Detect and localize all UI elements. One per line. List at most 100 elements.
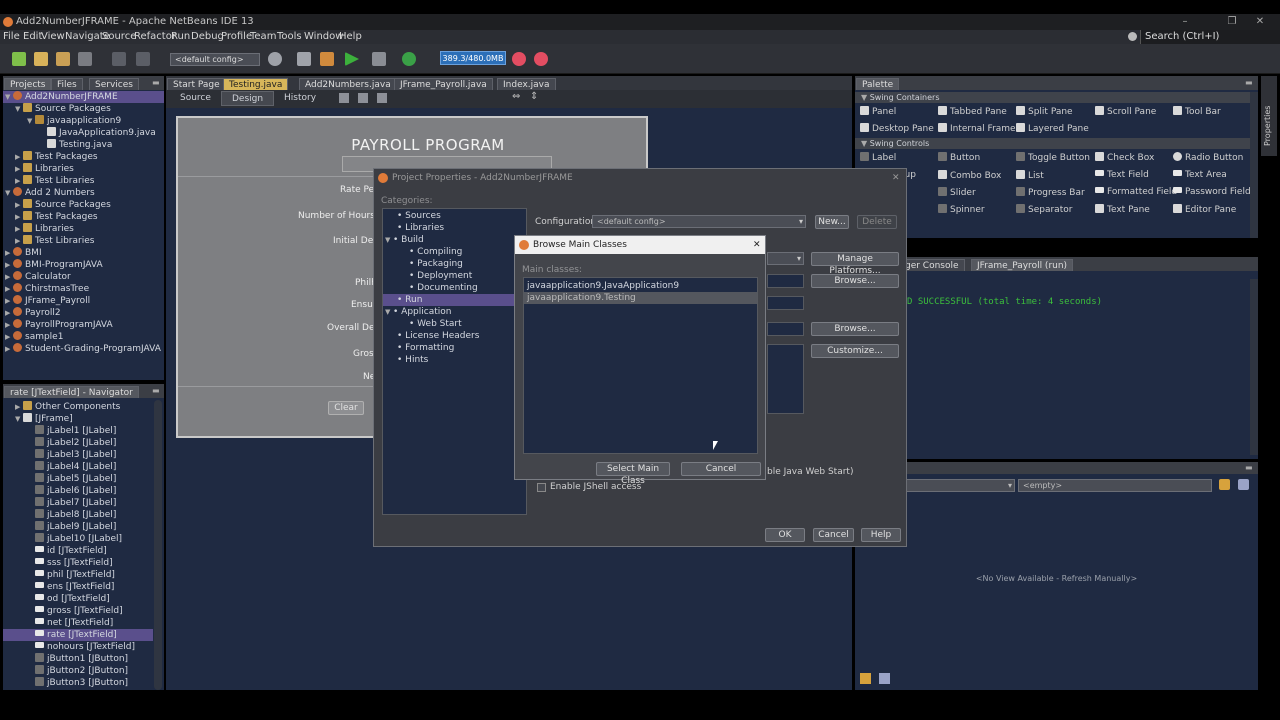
run-icon[interactable]: [345, 52, 359, 66]
source-mode-button[interactable]: Source: [180, 93, 211, 103]
main-class-field[interactable]: [767, 274, 804, 288]
nav-jlabel7[interactable]: jLabel7 [JLabel]: [35, 497, 116, 509]
tree-project-student-grading[interactable]: ▶ Student-Grading-ProgramJAVA: [5, 343, 161, 355]
tree-source-packages-2[interactable]: ▶ Source Packages: [15, 199, 111, 211]
class-item-testing[interactable]: javaapplication9.Testing: [524, 292, 757, 304]
tree-package-javaapplication9[interactable]: ▼ javaapplication9: [27, 115, 121, 127]
tree-test-libraries-2[interactable]: ▶ Test Libraries: [15, 235, 94, 247]
minimize-panel-icon[interactable]: ▬: [1245, 78, 1253, 87]
minimize-panel-icon[interactable]: ▬: [152, 386, 160, 395]
output-scrollbar[interactable]: [1250, 279, 1258, 455]
palette-editor-pane[interactable]: Editor Pane: [1173, 204, 1236, 215]
minimize-panel-icon[interactable]: ▬: [1245, 463, 1253, 472]
close-icon[interactable]: ✕: [753, 236, 761, 254]
nav-jlabel1[interactable]: jLabel1 [JLabel]: [35, 425, 116, 437]
tab-projects[interactable]: Projects: [4, 78, 52, 90]
tab-index-java[interactable]: Index.java: [497, 78, 556, 90]
tab-services[interactable]: Services: [89, 78, 139, 90]
tree-libraries[interactable]: ▶ Libraries: [15, 163, 74, 175]
navigator-scrollbar[interactable]: [154, 400, 162, 690]
category-packaging[interactable]: • Packaging: [409, 258, 463, 270]
new-config-button[interactable]: New...: [815, 215, 849, 229]
gc-icon[interactable]: [512, 52, 526, 66]
category-libraries[interactable]: • Libraries: [397, 222, 444, 234]
tree-file-javaapplication9[interactable]: JavaApplication9.java: [47, 127, 156, 139]
menu-team[interactable]: Team: [250, 30, 276, 44]
cancel-button[interactable]: Cancel: [813, 528, 854, 542]
tab-files[interactable]: Files: [51, 78, 83, 90]
palette-password-field[interactable]: Password Field: [1173, 187, 1251, 197]
palette-slider[interactable]: Slider: [938, 187, 976, 198]
menu-help[interactable]: Help: [339, 30, 362, 44]
category-formatting[interactable]: • Formatting: [397, 342, 454, 354]
new-project-icon[interactable]: [34, 52, 48, 66]
palette-toggle-button[interactable]: Toggle Button: [1016, 152, 1090, 163]
profiler-snapshot-icon[interactable]: [534, 52, 548, 66]
arguments-field[interactable]: [767, 296, 804, 310]
nav-jlabel2[interactable]: jLabel2 [JLabel]: [35, 437, 116, 449]
tree-project-jframe-payroll[interactable]: ▶ JFrame_Payroll: [5, 295, 90, 307]
nav-jlabel3[interactable]: jLabel3 [JLabel]: [35, 449, 116, 461]
search-input[interactable]: Search (Ctrl+I): [1140, 30, 1280, 44]
tree-libraries-2[interactable]: ▶ Libraries: [15, 223, 74, 235]
palette-label[interactable]: Label: [860, 152, 896, 163]
palette-separator[interactable]: Separator: [1016, 204, 1072, 215]
memory-indicator[interactable]: 389.3/480.0MB: [440, 51, 506, 65]
open-project-icon[interactable]: [56, 52, 70, 66]
save-all-icon[interactable]: [78, 52, 92, 66]
status-icon-2[interactable]: [879, 673, 890, 684]
palette-text-pane[interactable]: Text Pane: [1095, 204, 1150, 215]
minimize-icon[interactable]: –: [1165, 14, 1205, 30]
menu-run[interactable]: Run: [171, 30, 190, 44]
preview-design-icon[interactable]: [377, 93, 387, 103]
palette-text-field[interactable]: Text Field: [1095, 170, 1149, 180]
tab-debugger-console[interactable]: ger Console: [899, 259, 965, 271]
nav-jbutton3[interactable]: jButton3 [JButton]: [35, 677, 128, 689]
options-icon[interactable]: [1238, 479, 1249, 490]
browse-main-class-button[interactable]: Browse...: [811, 274, 899, 288]
undo-icon[interactable]: [112, 52, 126, 66]
debug-icon[interactable]: [372, 52, 386, 66]
category-sources[interactable]: • Sources: [397, 210, 441, 222]
palette-layered-pane[interactable]: Layered Pane: [1016, 123, 1089, 134]
tree-project-calculator[interactable]: ▶ Calculator: [5, 271, 71, 283]
nav-rate[interactable]: rate [JTextField]: [3, 629, 153, 641]
tree-project-christmastree[interactable]: ▶ ChirstmasTree: [5, 283, 89, 295]
nav-jbutton2[interactable]: jButton2 [JButton]: [35, 665, 128, 677]
menu-source[interactable]: Source: [102, 30, 136, 44]
browse-cancel-button[interactable]: Cancel: [681, 462, 761, 476]
vm-options-field[interactable]: [767, 344, 804, 414]
menu-view[interactable]: View: [41, 30, 65, 44]
nav-phil[interactable]: phil [JTextField]: [35, 569, 115, 581]
locate-icon[interactable]: [1219, 479, 1230, 490]
nav-gross[interactable]: gross [JTextField]: [35, 605, 123, 617]
runtime-platform-select[interactable]: ▾: [767, 252, 804, 265]
nav-other-components[interactable]: ▶ Other Components: [15, 401, 120, 413]
palette-scrollbar[interactable]: [1250, 92, 1258, 238]
category-compiling[interactable]: • Compiling: [409, 246, 462, 258]
palette-internal-frame[interactable]: Internal Frame: [938, 123, 1016, 134]
nav-net[interactable]: net [JTextField]: [35, 617, 113, 629]
delete-config-button[interactable]: Delete: [857, 215, 897, 229]
menu-file[interactable]: File: [3, 30, 20, 44]
nav-jlabel4[interactable]: jLabel4 [JLabel]: [35, 461, 116, 473]
tree-project-bmi[interactable]: ▶ BMI: [5, 247, 42, 259]
clear-button[interactable]: Clear: [328, 401, 364, 415]
tree-project-payrollprogram[interactable]: ▶ PayrollProgramJAVA: [5, 319, 113, 331]
palette-panel-item[interactable]: Panel: [860, 106, 896, 117]
palette-tabbed-pane[interactable]: Tabbed Pane: [938, 106, 1007, 117]
tab-add2numbers-java[interactable]: Add2Numbers.java: [299, 78, 397, 90]
tree-file-testing[interactable]: Testing.java: [47, 139, 112, 151]
category-run[interactable]: • Run: [383, 294, 526, 306]
profile-icon[interactable]: [402, 52, 416, 66]
nav-jlabel10[interactable]: jLabel10 [JLabel]: [35, 533, 122, 545]
tab-testing-java[interactable]: Testing.java: [223, 78, 289, 90]
nav-jframe[interactable]: ▼ [JFrame]: [15, 413, 73, 425]
config-gear-icon[interactable]: [268, 52, 282, 66]
manage-platforms-button[interactable]: Manage Platforms...: [811, 252, 899, 276]
tree-test-packages[interactable]: ▶ Test Packages: [15, 151, 98, 163]
browse-working-dir-button[interactable]: Browse...: [811, 322, 899, 336]
nav-jlabel6[interactable]: jLabel6 [JLabel]: [35, 485, 116, 497]
menu-tools[interactable]: Tools: [277, 30, 302, 44]
nav-id[interactable]: id [JTextField]: [35, 545, 107, 557]
